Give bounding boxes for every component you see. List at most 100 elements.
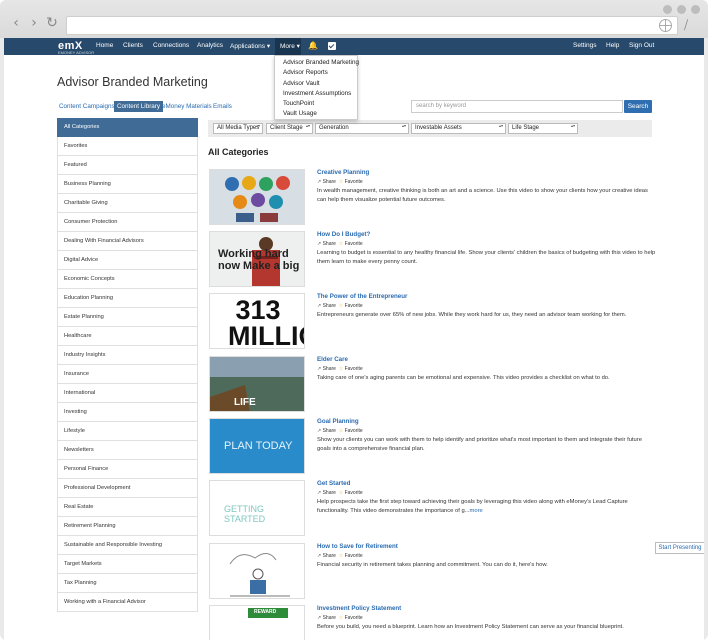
share-icon[interactable]: ↗ (317, 428, 321, 434)
favorite-link[interactable]: Favorite (345, 490, 363, 496)
share-link[interactable]: Share (323, 179, 336, 185)
tasks-icon[interactable] (328, 42, 336, 50)
search-button[interactable]: Search (624, 100, 652, 113)
share-icon[interactable]: ↗ (317, 615, 321, 621)
share-icon[interactable]: ↗ (317, 179, 321, 185)
share-icon[interactable]: ↗ (317, 553, 321, 559)
video-thumbnail[interactable]: GETTING STARTED (209, 480, 305, 536)
video-thumbnail[interactable] (209, 169, 305, 225)
sidebar-item-lifestyle[interactable]: Lifestyle (57, 422, 198, 441)
sidebar-item-digital-advice[interactable]: Digital Advice (57, 251, 198, 270)
star-icon[interactable]: ☆ (339, 428, 343, 434)
card-title[interactable]: Creative Planning (317, 169, 369, 176)
sidebar-item-working-with-advisor[interactable]: Working with a Financial Advisor (57, 593, 198, 612)
card-title[interactable]: Elder Care (317, 356, 348, 363)
sidebar-item-insurance[interactable]: Insurance (57, 365, 198, 384)
share-link[interactable]: Share (323, 428, 336, 434)
sidebar-item-education-planning[interactable]: Education Planning (57, 289, 198, 308)
card-title[interactable]: Get Started (317, 480, 350, 487)
sidebar-item-newsletters[interactable]: Newsletters (57, 441, 198, 460)
menu-item-touchpoint[interactable]: TouchPoint (275, 99, 357, 109)
window-dot[interactable] (663, 5, 672, 14)
share-icon[interactable]: ↗ (317, 303, 321, 309)
nav-help[interactable]: Help (606, 42, 619, 49)
tab-emails[interactable]: Emails (213, 101, 232, 112)
sidebar-item-economic-concepts[interactable]: Economic Concepts (57, 270, 198, 289)
menu-item-advisor-reports[interactable]: Advisor Reports (275, 68, 357, 78)
card-title[interactable]: How to Save for Retirement (317, 543, 398, 550)
share-link[interactable]: Share (323, 490, 336, 496)
favorite-link[interactable]: Favorite (345, 366, 363, 372)
share-link[interactable]: Share (323, 366, 336, 372)
card-title[interactable]: Goal Planning (317, 418, 359, 425)
sidebar-item-target-markets[interactable]: Target Markets (57, 555, 198, 574)
card-title[interactable]: The Power of the Entrepreneur (317, 293, 407, 300)
back-icon[interactable]: ‹ (8, 15, 24, 31)
sidebar-item-real-estate[interactable]: Real Estate (57, 498, 198, 517)
share-icon[interactable]: ↗ (317, 366, 321, 372)
video-thumbnail[interactable]: REWARD (209, 605, 305, 640)
favorite-link[interactable]: Favorite (345, 303, 363, 309)
favorite-link[interactable]: Favorite (345, 179, 363, 185)
favorite-link[interactable]: Favorite (345, 553, 363, 559)
favorite-link[interactable]: Favorite (345, 241, 363, 247)
filter-life-stage-select[interactable]: Life Stage (508, 123, 578, 134)
star-icon[interactable]: ☆ (339, 615, 343, 621)
sidebar-item-charitable-giving[interactable]: Charitable Giving (57, 194, 198, 213)
search-input[interactable]: search by keyword (411, 100, 623, 113)
star-icon[interactable]: ☆ (339, 179, 343, 185)
more-link[interactable]: more (470, 508, 483, 514)
share-link[interactable]: Share (323, 615, 336, 621)
sidebar-item-all-categories[interactable]: All Categories (57, 118, 198, 137)
star-icon[interactable]: ☆ (339, 553, 343, 559)
star-icon[interactable]: ☆ (339, 241, 343, 247)
share-icon[interactable]: ↗ (317, 490, 321, 496)
card-title[interactable]: Investment Policy Statement (317, 605, 401, 612)
sidebar-item-featured[interactable]: Featured (57, 156, 198, 175)
share-icon[interactable]: ↗ (317, 241, 321, 247)
filter-media-type-select[interactable]: All Media Types (213, 123, 263, 134)
video-thumbnail[interactable]: 313 MILLION (209, 293, 305, 349)
nav-home[interactable]: Home (96, 42, 113, 49)
tab-content-library[interactable]: Content Library (114, 101, 164, 112)
nav-more[interactable]: More ▾ (280, 42, 300, 50)
star-icon[interactable]: ☆ (339, 366, 343, 372)
sidebar-item-dealing-with-financial-advisors[interactable]: Dealing With Financial Advisors (57, 232, 198, 251)
menu-item-advisor-vault[interactable]: Advisor Vault (275, 79, 357, 89)
sidebar-item-sustainable-investing[interactable]: Sustainable and Responsible Investing (57, 536, 198, 555)
star-icon[interactable]: ☆ (339, 303, 343, 309)
video-thumbnail[interactable]: Working hard now Make a big (209, 231, 305, 287)
favorite-link[interactable]: Favorite (345, 428, 363, 434)
tab-content-campaigns[interactable]: Content Campaigns (59, 101, 115, 112)
share-link[interactable]: Share (323, 303, 336, 309)
nav-analytics[interactable]: Analytics (197, 42, 223, 49)
bell-icon[interactable]: 🔔 (308, 41, 318, 51)
window-dot[interactable] (691, 5, 700, 14)
sidebar-item-investing[interactable]: Investing (57, 403, 198, 422)
sidebar-item-personal-finance[interactable]: Personal Finance (57, 460, 198, 479)
emx-logo[interactable]: emX EMONEY ADVISOR (58, 40, 94, 55)
nav-sign-out[interactable]: Sign Out (629, 42, 654, 49)
video-thumbnail[interactable] (209, 543, 305, 599)
share-link[interactable]: Share (323, 553, 336, 559)
menu-item-advisor-branded-marketing[interactable]: Advisor Branded Marketing (275, 58, 359, 68)
window-dot[interactable] (677, 5, 686, 14)
nav-applications[interactable]: Applications ▾ (230, 42, 270, 50)
nav-clients[interactable]: Clients (123, 42, 143, 49)
star-icon[interactable]: ☆ (339, 490, 343, 496)
share-link[interactable]: Share (323, 241, 336, 247)
sidebar-item-business-planning[interactable]: Business Planning (57, 175, 198, 194)
sidebar-item-retirement-planning[interactable]: Retirement Planning (57, 517, 198, 536)
address-bar[interactable] (66, 16, 678, 35)
video-thumbnail[interactable]: LIFE (209, 356, 305, 412)
sidebar-item-industry-insights[interactable]: Industry Insights (57, 346, 198, 365)
sidebar-item-consumer-protection[interactable]: Consumer Protection (57, 213, 198, 232)
favorite-link[interactable]: Favorite (345, 615, 363, 621)
menu-item-investment-assumptions[interactable]: Investment Assumptions (275, 89, 357, 99)
sidebar-item-international[interactable]: International (57, 384, 198, 403)
extension-icon[interactable]: ⧸ (684, 18, 698, 32)
reload-icon[interactable]: ↻ (44, 15, 60, 31)
start-presenting-button[interactable]: Start Presenting (655, 542, 704, 554)
card-title[interactable]: How Do I Budget? (317, 231, 370, 238)
nav-settings[interactable]: Settings (573, 42, 597, 49)
